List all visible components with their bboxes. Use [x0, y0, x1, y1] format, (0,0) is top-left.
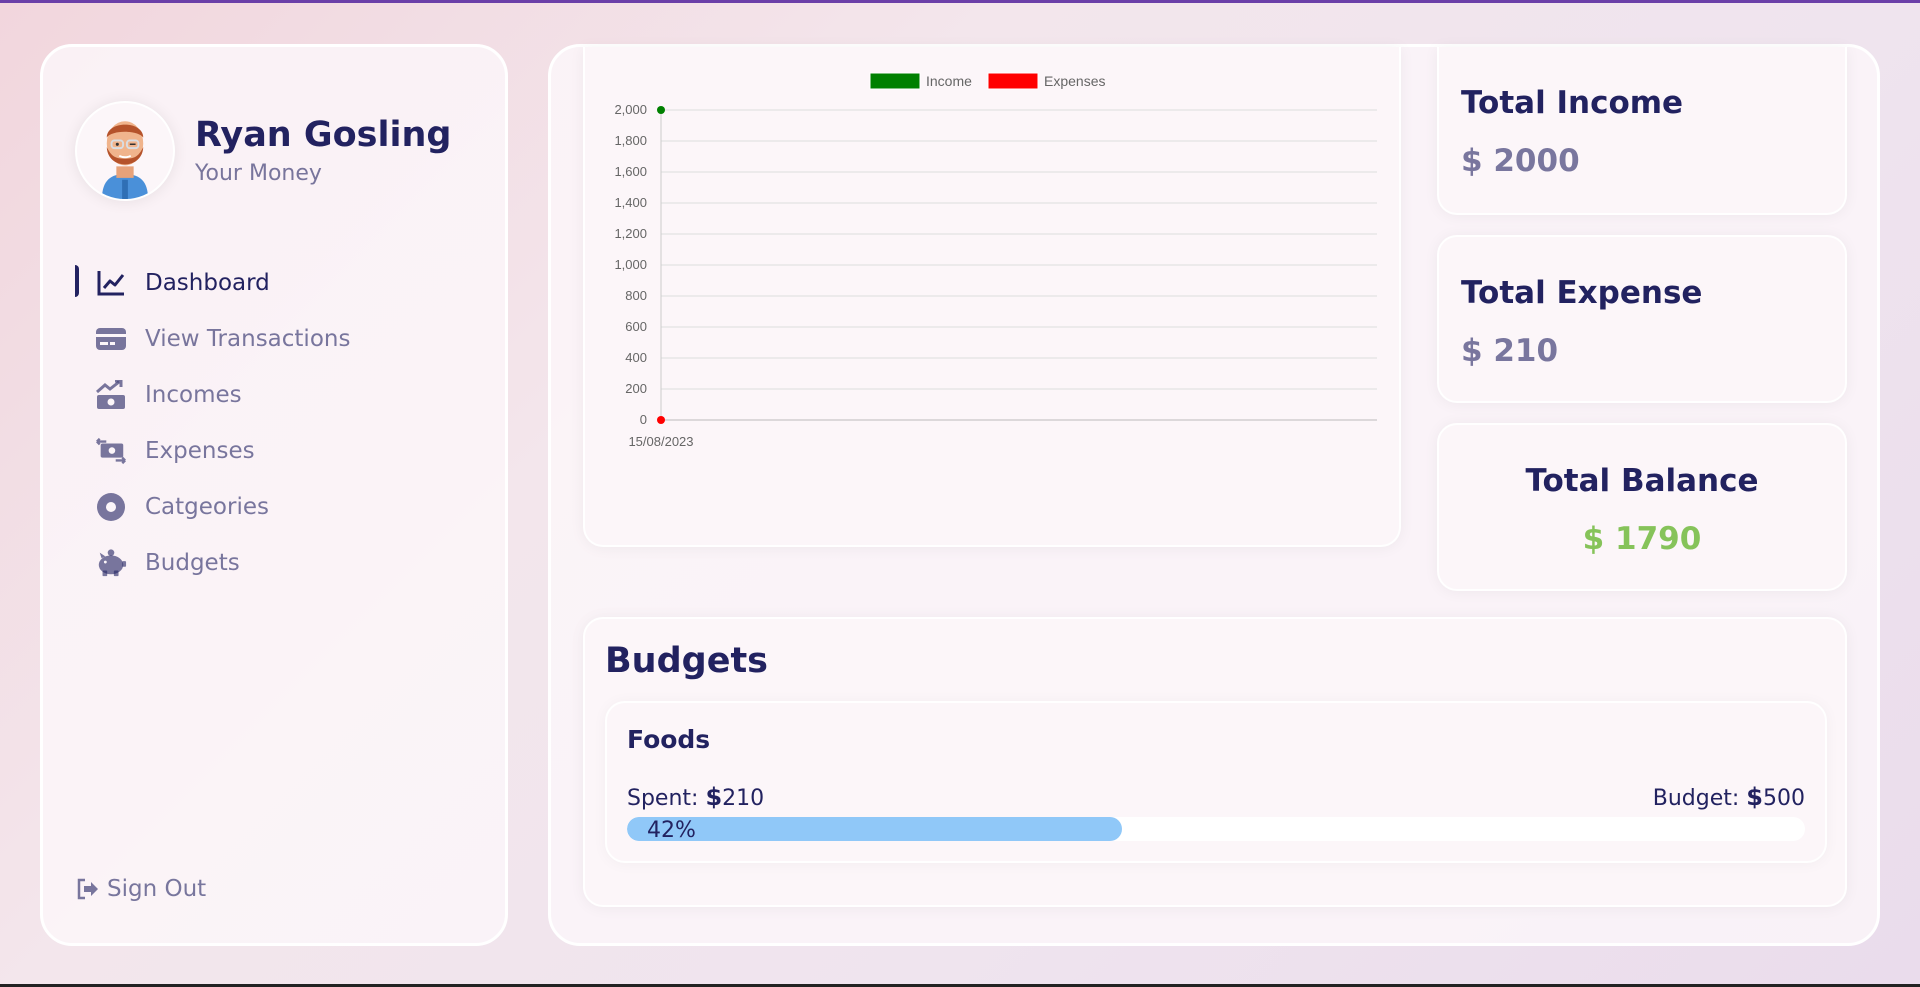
legend-label: Income [926, 73, 972, 89]
sidebar-item-label: Budgets [145, 550, 240, 576]
sign-out-icon [75, 873, 101, 905]
currency-symbol: $ [1746, 783, 1763, 811]
budget-progress-label: 42% [647, 818, 696, 841]
legend-swatch [987, 72, 1039, 90]
chart-svg: 0 200 400 600 800 1,000 1,200 1,400 1,600 1,800 2,… [614, 72, 1377, 449]
sidebar: Ryan Gosling Your Money Dashboard View T… [40, 44, 508, 946]
piggy-bank-icon [95, 547, 127, 579]
y-tick-label: 1,800 [614, 133, 647, 148]
budgets-section: Budgets Foods Spent: $210 Budget: $500 4… [583, 617, 1847, 907]
y-tick-label: 1,200 [614, 226, 647, 241]
sidebar-item-label: Expenses [145, 438, 255, 464]
total-income-title: Total Income [1461, 85, 1684, 121]
sidebar-item-expenses[interactable]: Expenses [75, 423, 475, 479]
total-balance-title: Total Balance [1525, 463, 1759, 499]
total-expense-value: $ 210 [1461, 333, 1559, 369]
sidebar-item-incomes[interactable]: Incomes [75, 367, 475, 423]
data-point [657, 106, 665, 114]
budget-limit-label: Budget: [1652, 786, 1740, 811]
sidebar-item-label: Catgeories [145, 494, 269, 520]
bearded-man-avatar-icon [101, 121, 149, 199]
sidebar-item-view-transactions[interactable]: View Transactions [75, 311, 475, 367]
legend-swatch [869, 72, 921, 90]
sidebar-nav: Dashboard View Transactions Incomes Expe… [75, 255, 475, 591]
user-name: Ryan Gosling [195, 115, 452, 156]
x-tick-label: 15/08/2023 [628, 434, 693, 449]
total-income-value: $ 2000 [1461, 143, 1580, 179]
sidebar-item-label: Incomes [145, 382, 242, 408]
money-exchange-icon [95, 435, 127, 467]
top-accent-bar [0, 0, 1920, 3]
user-profile: Ryan Gosling Your Money [75, 101, 451, 201]
user-subtitle: Your Money [195, 160, 322, 186]
legend-label: Expenses [1044, 73, 1105, 89]
budget-spent-label: Spent: [627, 786, 699, 811]
budget-item[interactable]: Foods Spent: $210 Budget: $500 42% [605, 701, 1827, 863]
y-tick-label: 1,400 [614, 195, 647, 210]
data-point [657, 416, 665, 424]
income-expense-chart: 0 200 400 600 800 1,000 1,200 1,400 1,600 1,800 2,… [583, 47, 1401, 547]
sign-out-button[interactable]: Sign Out [75, 873, 206, 905]
circle-icon [95, 491, 127, 523]
y-tick-label: 1,000 [614, 257, 647, 272]
money-trend-icon [95, 379, 127, 411]
sidebar-item-dashboard[interactable]: Dashboard [75, 255, 475, 311]
budget-name: Foods [627, 725, 711, 754]
y-tick-label: 2,000 [614, 102, 647, 117]
total-balance-card: Total Balance $ 1790 [1437, 423, 1847, 591]
y-tick-label: 1,600 [614, 164, 647, 179]
avatar [75, 101, 175, 201]
budget-progress-bar: 42% [627, 817, 1805, 841]
credit-card-icon [95, 323, 127, 355]
y-tick-label: 0 [640, 412, 647, 427]
total-income-card: Total Income $ 2000 [1437, 47, 1847, 215]
budget-limit: Budget: $500 [1653, 783, 1805, 811]
y-tick-label: 800 [625, 288, 647, 303]
total-balance-value: $ 1790 [1582, 521, 1702, 557]
sidebar-item-label: Dashboard [145, 270, 270, 296]
y-tick-label: 600 [625, 319, 647, 334]
total-expense-card: Total Expense $ 210 [1437, 235, 1847, 403]
budgets-title: Budgets [605, 641, 769, 681]
budget-spent-value: 210 [722, 786, 765, 811]
budget-limit-value: 500 [1763, 786, 1805, 811]
line-chart-icon [95, 267, 127, 299]
total-expense-title: Total Expense [1461, 275, 1703, 311]
currency-symbol: $ [705, 783, 723, 811]
sign-out-label: Sign Out [107, 876, 207, 902]
y-tick-label: 400 [625, 350, 647, 365]
budget-progress-fill: 42% [627, 817, 1122, 841]
y-tick-label: 200 [625, 381, 647, 396]
sidebar-item-budgets[interactable]: Budgets [75, 535, 475, 591]
budget-spent: Spent: $210 [627, 783, 764, 811]
main-panel: 0 200 400 600 800 1,000 1,200 1,400 1,600 1,800 2,… [548, 44, 1880, 946]
sidebar-item-label: View Transactions [145, 326, 351, 352]
sidebar-item-catgeories[interactable]: Catgeories [75, 479, 475, 535]
